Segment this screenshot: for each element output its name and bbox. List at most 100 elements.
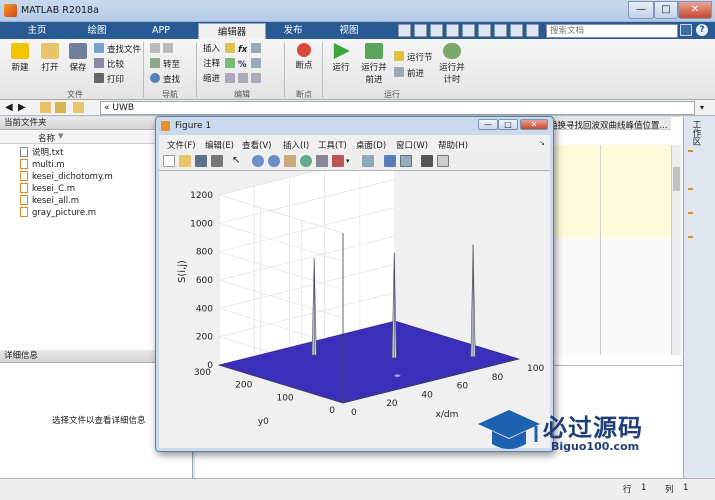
tab-view[interactable]: 视图 (326, 22, 372, 39)
tab-home[interactable]: 主页 (14, 22, 60, 39)
pointer-icon[interactable]: ↖ (232, 155, 244, 167)
run-advance-button[interactable]: 运行并前进 (358, 43, 390, 85)
advance-button[interactable]: 前进 (394, 67, 424, 79)
copy-icon[interactable] (430, 24, 443, 37)
pan-hand-icon[interactable] (284, 155, 296, 167)
menu-file[interactable]: 文件(F) (167, 139, 196, 151)
editor-tab-title[interactable]: 趋换寻找回波双曲线峰值位置... (549, 119, 668, 131)
tab-editor[interactable]: 编辑器 (198, 23, 266, 40)
goto-button[interactable]: 转至 (150, 58, 180, 70)
cut-icon[interactable] (414, 24, 427, 37)
link-plot-icon[interactable] (362, 155, 374, 167)
print-figure-icon[interactable] (211, 155, 223, 167)
comment-icons[interactable]: % (225, 58, 264, 70)
run-time-button[interactable]: 运行并计时 (436, 43, 468, 85)
browse-folder-icon[interactable] (55, 102, 66, 113)
indent-button[interactable]: 缩进 (203, 73, 220, 85)
search-documentation-input[interactable]: 搜索文档 (546, 24, 678, 38)
path-dropdown-icon[interactable]: ▾ (700, 103, 704, 112)
print-button[interactable]: 打印 (94, 73, 124, 85)
scroll-thumb[interactable] (673, 167, 680, 191)
help-icon[interactable]: ? (696, 24, 708, 36)
back-icon[interactable]: ◀ (5, 102, 13, 113)
new-figure-icon[interactable] (163, 155, 175, 167)
run-section-button[interactable]: 运行节 (394, 51, 433, 63)
undo-icon[interactable] (462, 24, 475, 37)
menu-overflow-icon[interactable]: ↘ (539, 139, 545, 147)
file-item[interactable]: multi.m (20, 159, 65, 170)
save-button[interactable]: 保存 (64, 43, 92, 73)
show-tools-icon[interactable] (437, 155, 449, 167)
maximize-button[interactable]: □ (654, 1, 678, 19)
minimize-button[interactable]: — (628, 1, 654, 19)
filter-icon[interactable] (680, 24, 692, 36)
status-bar (0, 478, 715, 500)
insert-text-icon (251, 43, 262, 53)
find-button[interactable]: 查找 (150, 73, 180, 85)
figure-close-button[interactable]: ✕ (520, 119, 548, 130)
find-label: 查找 (163, 75, 181, 85)
open-button[interactable]: 打开 (36, 43, 64, 73)
sort-down-icon: ▼ (58, 132, 64, 140)
tab-publish[interactable]: 发布 (270, 22, 316, 39)
file-item[interactable]: kesei_C.m (20, 183, 75, 194)
file-item[interactable]: kesei_dichotomy.m (20, 171, 113, 182)
file-item[interactable]: gray_picture.m (20, 207, 96, 218)
find-files-icon (94, 43, 104, 53)
editor-code-area[interactable] (545, 238, 671, 356)
menu-help[interactable]: 帮助(H) (438, 139, 468, 151)
indent-icons[interactable] (225, 73, 264, 85)
brush-dropdown-icon[interactable]: ▾ (346, 155, 358, 167)
breakpoints-button[interactable]: 断点 (290, 43, 318, 71)
menu-tools[interactable]: 工具(T) (318, 139, 347, 151)
zoom-in-icon[interactable] (252, 155, 264, 167)
file-name: kesei_all.m (32, 196, 80, 206)
data-cursor-icon[interactable] (316, 155, 328, 167)
switch-windows-icon[interactable] (494, 24, 507, 37)
workspace-label[interactable]: 工作区 (690, 120, 702, 146)
new-button[interactable]: 新建 (6, 43, 34, 73)
dropdown-icon[interactable] (526, 24, 539, 37)
figure-maximize-button[interactable]: □ (498, 119, 518, 130)
menu-window[interactable]: 窗口(W) (396, 139, 428, 151)
forward-icon[interactable]: ▶ (18, 102, 26, 113)
menu-desktop[interactable]: 桌面(D) (356, 139, 386, 151)
save-icon[interactable] (398, 24, 411, 37)
comment-button[interactable]: 注释 (203, 58, 220, 70)
advance-icon (394, 67, 404, 77)
nav-back-button[interactable] (150, 43, 176, 55)
close-button[interactable]: ✕ (678, 1, 712, 19)
file-item[interactable]: kesei_all.m (20, 195, 79, 206)
editor-scrollbar[interactable] (671, 145, 681, 355)
run-button[interactable]: 运行 (326, 43, 356, 73)
rotate-3d-icon[interactable] (300, 155, 312, 167)
figure-minimize-button[interactable]: — (478, 119, 498, 130)
menu-edit[interactable]: 编辑(E) (205, 139, 234, 151)
menu-insert[interactable]: 插入(I) (283, 139, 309, 151)
paste-icon[interactable] (446, 24, 459, 37)
ribbon-panel: 新建 打开 保存 查找文件 比较 打印 文件 转至 查找 导航 插入 注释 缩进… (0, 39, 715, 100)
tab-apps[interactable]: APP (138, 22, 184, 39)
find-files-button[interactable]: 查找文件 (94, 43, 141, 55)
zoom-out-icon[interactable] (268, 155, 280, 167)
insert-button[interactable]: 插入 (203, 43, 220, 55)
folder-icon (73, 102, 84, 113)
title-bar (0, 0, 715, 22)
tab-plots[interactable]: 绘图 (74, 22, 120, 39)
open-file-icon[interactable] (179, 155, 191, 167)
hide-tools-icon[interactable] (421, 155, 433, 167)
insert-icons[interactable]: fx (225, 43, 264, 55)
redo-icon[interactable] (478, 24, 491, 37)
legend-icon[interactable] (400, 155, 412, 167)
save-figure-icon[interactable] (195, 155, 207, 167)
current-path-field[interactable]: « UWB (100, 101, 695, 115)
help-doc-icon[interactable] (510, 24, 523, 37)
menu-view[interactable]: 查看(V) (242, 139, 271, 151)
x-axis-label: x/dm (436, 410, 459, 420)
brush-icon[interactable] (332, 155, 344, 167)
colorbar-icon[interactable] (384, 155, 396, 167)
compare-button[interactable]: 比较 (94, 58, 124, 70)
file-item[interactable]: 说明.txt (20, 147, 63, 158)
increase-indent-icon (238, 73, 248, 83)
up-folder-icon[interactable] (40, 102, 51, 113)
